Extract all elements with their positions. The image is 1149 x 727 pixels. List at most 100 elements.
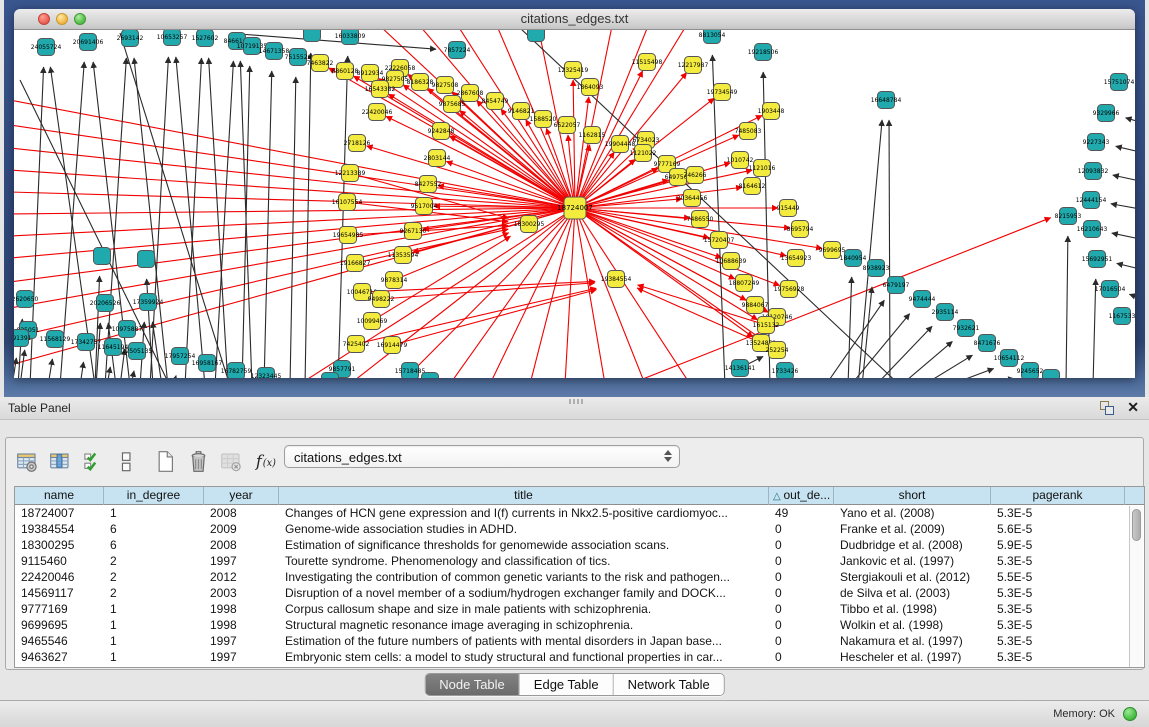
table-cell[interactable]: 5.9E-5 <box>991 537 1125 553</box>
table-cell[interactable]: 1998 <box>204 601 279 617</box>
graph-node[interactable] <box>1043 370 1060 379</box>
table-cell[interactable]: 1997 <box>204 633 279 649</box>
table-cell[interactable]: 5.3E-5 <box>991 505 1125 521</box>
float-panel-icon[interactable] <box>1100 401 1115 416</box>
graph-node[interactable]: 2693142 <box>117 30 144 47</box>
tab-network-table[interactable]: Network Table <box>614 674 724 695</box>
graph-node[interactable]: 8695794 <box>787 221 814 238</box>
table-cell[interactable]: Jankovic et al. (1997) <box>834 553 991 569</box>
graph-node[interactable]: 19166827 <box>340 255 371 272</box>
graph-node[interactable]: 24055724 <box>31 39 62 56</box>
graph-node[interactable]: 17016504 <box>1095 281 1126 298</box>
graph-node[interactable]: 18807249 <box>729 275 760 292</box>
table-row[interactable]: 1456911722003Disruption of a novel membe… <box>15 585 1144 601</box>
graph-node[interactable]: 19756928 <box>774 281 805 298</box>
graph-node[interactable] <box>138 251 155 268</box>
graph-node[interactable]: 16210643 <box>1077 221 1108 238</box>
network-view-window[interactable]: citations_edges.txt 24055724 20691406 2693… <box>14 9 1135 378</box>
graph-node[interactable]: 15718485 <box>395 363 426 379</box>
graph-node[interactable]: 10653257 <box>157 30 188 46</box>
table-row[interactable]: 1872400712008Changes of HCN gene express… <box>15 505 1144 521</box>
graph-node[interactable]: 1903448 <box>758 103 785 120</box>
graph-node[interactable]: 19218506 <box>748 44 779 61</box>
graph-node[interactable]: 2620650 <box>14 291 39 308</box>
graph-node[interactable]: 8813054 <box>699 30 726 44</box>
table-row[interactable]: 946554611997Estimation of the future num… <box>15 633 1144 649</box>
table-cell[interactable]: 6 <box>104 537 204 553</box>
graph-node[interactable]: 6522057 <box>554 117 581 134</box>
table-cell[interactable]: 2012 <box>204 569 279 585</box>
table-cell[interactable]: 5.6E-5 <box>991 521 1125 537</box>
graph-node[interactable]: 15692951 <box>1082 251 1113 268</box>
table-cell[interactable]: Structural magnetic resonance image aver… <box>279 617 769 633</box>
graph-node[interactable]: 9267130 <box>400 223 427 240</box>
graph-node[interactable]: 9474444 <box>909 291 936 308</box>
graph-node[interactable]: 12444154 <box>1076 192 1107 209</box>
table-row[interactable]: 1938455462009Genome-wide association stu… <box>15 521 1144 537</box>
table-cell[interactable]: Corpus callosum shape and size in male p… <box>279 601 769 617</box>
column-header-pagerank[interactable]: pagerank <box>991 487 1125 505</box>
table-cell[interactable]: 1997 <box>204 649 279 665</box>
table-cell[interactable]: Yano et al. (2008) <box>834 505 991 521</box>
graph-node[interactable]: 746266 <box>684 167 707 184</box>
table-cell[interactable]: Hescheler et al. (1997) <box>834 649 991 665</box>
table-row[interactable]: 911546021997Tourette syndrome. Phenomeno… <box>15 553 1144 569</box>
graph-node[interactable]: 12323445 <box>251 368 282 379</box>
row-mode-button[interactable] <box>113 447 139 475</box>
graph-node[interactable]: 19734549 <box>707 84 738 101</box>
graph-node[interactable]: 15751074 <box>1104 74 1135 91</box>
table-cell[interactable]: Disruption of a novel member of a sodium… <box>279 585 769 601</box>
table-cell[interactable]: 2 <box>104 553 204 569</box>
graph-node[interactable]: 11568129 <box>40 331 71 348</box>
table-cell[interactable]: 0 <box>769 521 834 537</box>
table-cell[interactable]: 5.3E-5 <box>991 585 1125 601</box>
network-window-titlebar[interactable]: citations_edges.txt <box>14 9 1135 30</box>
graph-node[interactable]: 2718126 <box>344 135 371 152</box>
create-table-button[interactable] <box>152 447 178 475</box>
graph-node[interactable]: 1864093 <box>577 79 604 96</box>
scrollbar-thumb[interactable] <box>1132 509 1141 541</box>
table-cell[interactable]: 18300295 <box>15 537 104 553</box>
graph-node[interactable]: 7485083 <box>735 123 762 140</box>
table-cell[interactable]: 0 <box>769 585 834 601</box>
column-header-short[interactable]: short <box>834 487 991 505</box>
table-cell[interactable]: 5.5E-5 <box>991 569 1125 585</box>
table-cell[interactable]: Wolkin et al. (1998) <box>834 617 991 633</box>
splitter-grip[interactable] <box>569 399 583 404</box>
table-cell[interactable]: 9463627 <box>15 649 104 665</box>
column-header-name[interactable]: name <box>15 487 104 505</box>
table-cell[interactable]: 0 <box>769 537 834 553</box>
table-cell[interactable]: 0 <box>769 553 834 569</box>
graph-node[interactable]: 11353594 <box>388 247 419 264</box>
graph-node[interactable]: 1733426 <box>772 363 799 379</box>
table-cell[interactable]: 1998 <box>204 617 279 633</box>
table-cell[interactable]: 1 <box>104 649 204 665</box>
table-cell[interactable]: 2 <box>104 569 204 585</box>
table-cell[interactable]: 49 <box>769 505 834 521</box>
graph-node[interactable]: 16958167 <box>192 355 223 372</box>
table-cell[interactable]: Investigating the contribution of common… <box>279 569 769 585</box>
table-row[interactable]: 969969511998Structural magnetic resonanc… <box>15 617 1144 633</box>
select-columns-button[interactable] <box>80 447 106 475</box>
table-cell[interactable]: Embryonic stem cells: a model to study s… <box>279 649 769 665</box>
table-cell[interactable]: de Silva et al. (2003) <box>834 585 991 601</box>
graph-node[interactable]: 13654923 <box>781 250 812 267</box>
table-cell[interactable]: 9115460 <box>15 553 104 569</box>
table-cell[interactable]: Stergiakouli et al. (2012) <box>834 569 991 585</box>
table-cell[interactable]: Nakamura et al. (1997) <box>834 633 991 649</box>
table-cell[interactable]: 1 <box>104 617 204 633</box>
table-cell[interactable]: 5.3E-5 <box>991 601 1125 617</box>
table-cell[interactable]: 1 <box>104 633 204 649</box>
graph-node[interactable]: 20691406 <box>73 34 104 51</box>
graph-node[interactable]: 6479197 <box>883 277 910 294</box>
table-cell[interactable]: 18724007 <box>15 505 104 521</box>
table-cell[interactable]: 2008 <box>204 505 279 521</box>
graph-node[interactable]: 9517004 <box>411 198 438 215</box>
table-cell[interactable]: Estimation of significance thresholds fo… <box>279 537 769 553</box>
table-selector-dropdown[interactable]: citations_edges.txt <box>284 445 680 468</box>
graph-node[interactable]: 12325419 <box>558 62 589 79</box>
graph-node[interactable] <box>304 30 321 42</box>
column-visibility-button[interactable] <box>47 447 73 475</box>
graph-node[interactable]: 12093832 <box>1078 163 1109 180</box>
table-cell[interactable]: 9465546 <box>15 633 104 649</box>
